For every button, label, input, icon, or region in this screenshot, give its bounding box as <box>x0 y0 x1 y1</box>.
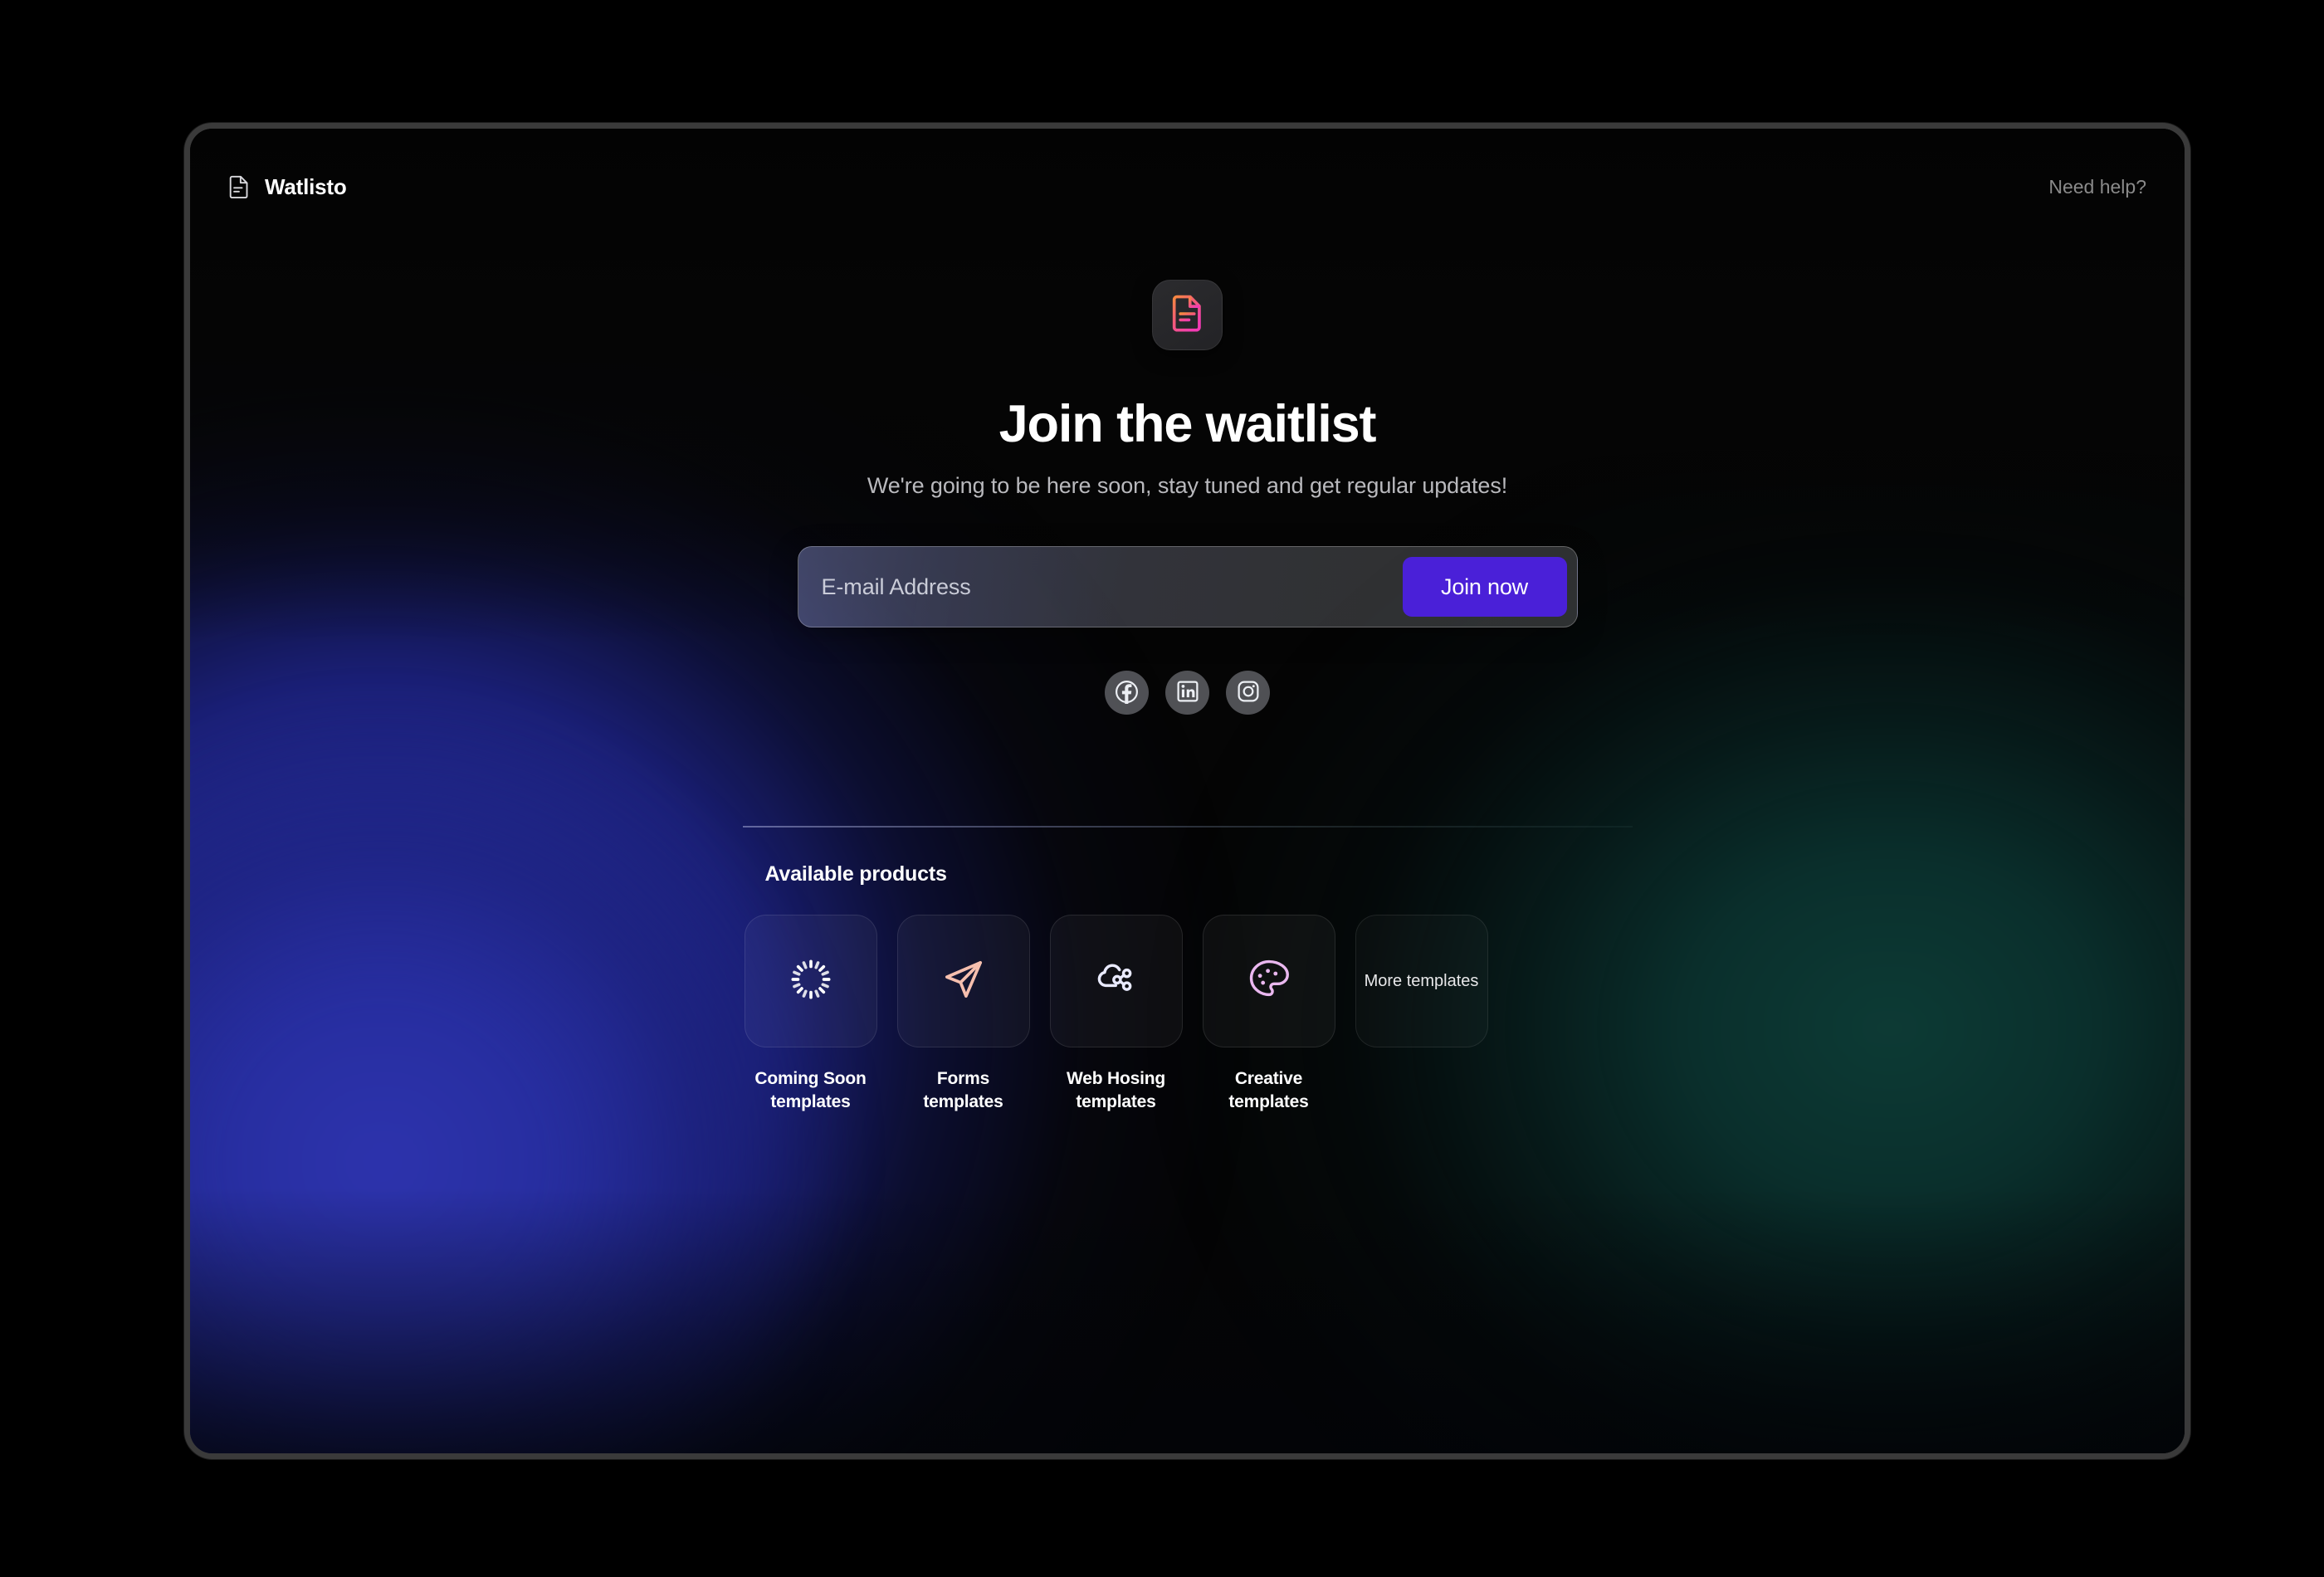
brand-name: Watlisto <box>265 173 347 199</box>
background-bottom-fade <box>190 1188 2185 1453</box>
page-title: Join the waitlist <box>998 395 1377 453</box>
product-label: Coming Soon templates <box>754 1069 867 1111</box>
more-templates-label: More templates <box>1364 972 1479 990</box>
product-card-creative[interactable] <box>1202 915 1335 1047</box>
product-item-forms: Forms templates <box>896 915 1030 1113</box>
product-label: Forms templates <box>923 1069 1003 1111</box>
hero-badge <box>1152 280 1223 350</box>
facebook-link[interactable] <box>1105 671 1149 715</box>
product-item-more: More templates <box>1355 915 1488 1113</box>
product-label: Web Hosing templates <box>1067 1069 1165 1111</box>
social-links <box>1105 671 1270 715</box>
product-item-coming-soon: Coming Soon templates <box>744 915 877 1113</box>
waitlist-signup-form: Join now <box>797 546 1578 628</box>
email-input[interactable] <box>798 547 1403 627</box>
spinner-icon <box>788 956 834 1007</box>
facebook-icon <box>1114 679 1140 707</box>
product-card-coming-soon[interactable] <box>744 915 877 1047</box>
section-divider <box>742 826 1633 828</box>
hero-section: Join the waitlist We're going to be here… <box>190 280 2185 715</box>
product-card-forms[interactable] <box>896 915 1030 1047</box>
need-help-link[interactable]: Need help? <box>2048 176 2146 198</box>
product-item-web-hosting: Web Hosing templates <box>1049 915 1183 1113</box>
product-label: Creative templates <box>1228 1069 1309 1111</box>
join-now-button[interactable]: Join now <box>1402 557 1567 618</box>
available-products-section: Available products Coming Soon templates… <box>742 826 1633 1113</box>
browser-frame: Watlisto Need help? Join the waitlist We… <box>184 123 2190 1459</box>
document-icon <box>228 174 251 199</box>
available-products-title: Available products <box>764 862 947 886</box>
product-item-creative: Creative templates <box>1202 915 1335 1113</box>
product-card-more[interactable]: More templates <box>1355 915 1488 1047</box>
linkedin-icon <box>1175 679 1200 706</box>
linkedin-link[interactable] <box>1165 671 1209 715</box>
cloud-share-icon <box>1091 954 1141 1008</box>
instagram-icon <box>1236 679 1261 706</box>
hero-subtitle: We're going to be here soon, stay tuned … <box>867 473 1508 499</box>
product-card-web-hosting[interactable] <box>1049 915 1183 1047</box>
palette-icon <box>1246 956 1292 1007</box>
document-gradient-icon <box>1169 293 1206 337</box>
instagram-link[interactable] <box>1226 671 1270 715</box>
brand-logo[interactable]: Watlisto <box>228 174 347 200</box>
paper-plane-icon <box>940 955 988 1008</box>
product-grid: Coming Soon templates Forms templates We… <box>744 915 1633 1113</box>
page-canvas: Watlisto Need help? Join the waitlist We… <box>190 129 2185 1453</box>
site-header: Watlisto Need help? <box>190 129 2185 245</box>
